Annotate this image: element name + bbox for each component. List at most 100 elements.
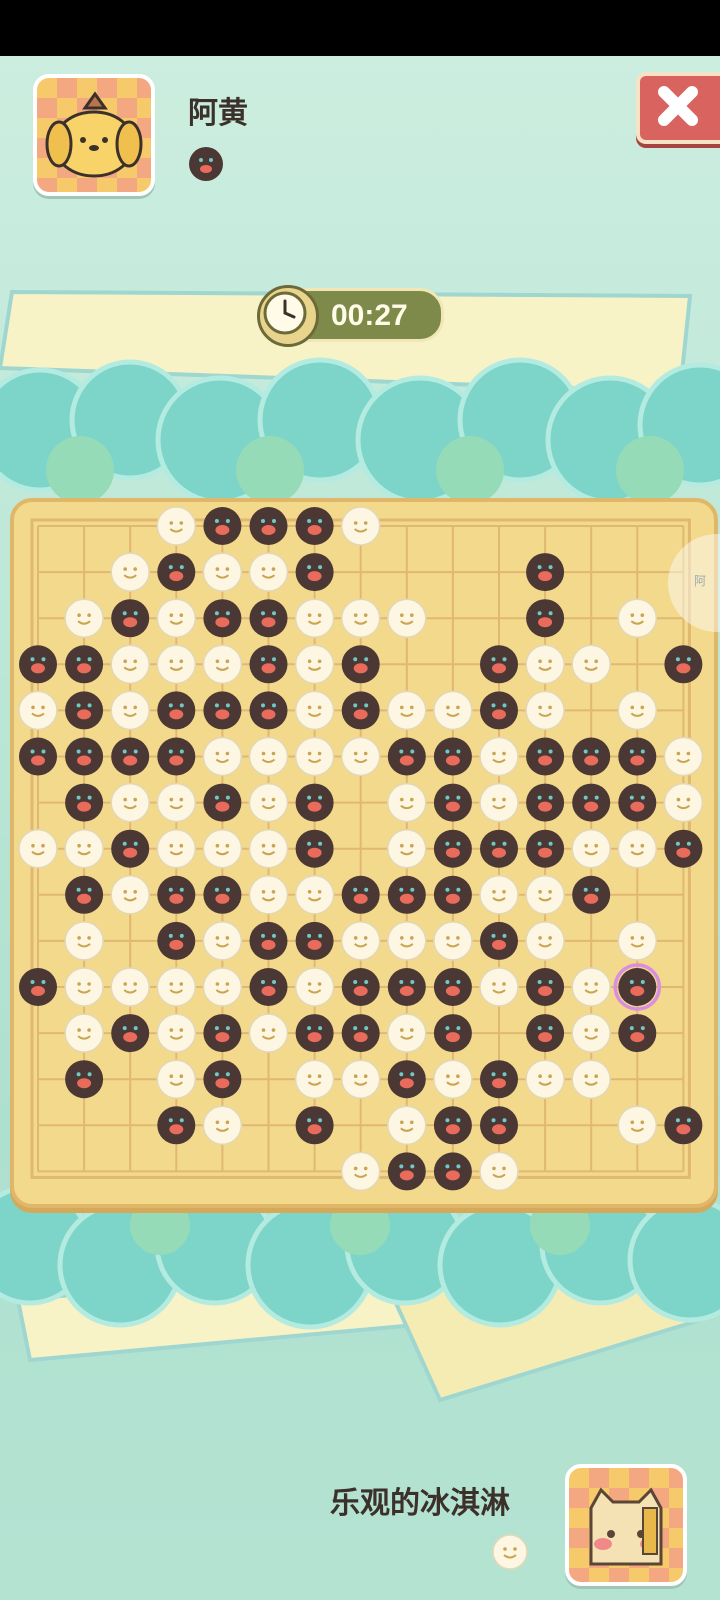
- black-stone: [341, 875, 380, 914]
- white-stone: [387, 828, 427, 869]
- black-stone: [111, 829, 150, 868]
- black-stone: [157, 553, 196, 592]
- white-stone: [294, 1059, 335, 1099]
- black-stone: [387, 1060, 426, 1099]
- white-stone: [110, 690, 150, 731]
- white-stone: [110, 967, 150, 1007]
- white-stone: [571, 967, 611, 1007]
- white-stone: [110, 552, 150, 592]
- black-stone: [433, 968, 472, 1006]
- black-stone: [157, 875, 196, 914]
- black-stone: [203, 1014, 242, 1053]
- white-stone: [387, 598, 427, 638]
- white-stone: [110, 782, 150, 823]
- white-stone: [663, 782, 704, 823]
- black-stone: [480, 1106, 518, 1145]
- black-stone: [65, 691, 104, 730]
- black-stone: [157, 1106, 196, 1145]
- white-stone: [248, 552, 289, 592]
- white-stone: [110, 875, 150, 915]
- black-stone: [203, 1060, 242, 1099]
- close-button[interactable]: [636, 72, 720, 144]
- white-stone: [479, 1151, 519, 1192]
- black-stone: [203, 507, 242, 545]
- white-stone: [18, 828, 58, 869]
- white-stone: [479, 736, 519, 777]
- side-tab-label: 阿: [694, 574, 707, 588]
- white-stone: [248, 1013, 289, 1053]
- black-stone: [341, 1014, 380, 1053]
- black-stone: [295, 1106, 334, 1145]
- gomoku-board[interactable]: [10, 498, 718, 1208]
- timer-text: 00:27: [331, 299, 408, 332]
- turn-timer: 00:27: [257, 285, 444, 347]
- black-stone: [295, 1014, 334, 1053]
- black-stone: [65, 737, 104, 776]
- black-stone: [526, 783, 565, 822]
- black-stone: [526, 968, 565, 1006]
- white-stone: [202, 1105, 243, 1146]
- black-stone: [157, 691, 196, 730]
- black-stone: [664, 645, 703, 684]
- black-stone: [65, 783, 104, 822]
- black-stone: [480, 691, 518, 730]
- black-stone: [387, 737, 426, 776]
- white-stone: [202, 921, 243, 961]
- white-stone: [340, 598, 381, 638]
- white-stone: [479, 782, 519, 823]
- player-avatar[interactable]: [565, 1464, 687, 1586]
- black-stone: [433, 737, 472, 776]
- black-stone: [157, 737, 196, 776]
- black-stone: [433, 875, 472, 914]
- white-stone: [248, 875, 289, 915]
- white-stone: [617, 828, 658, 869]
- white-stone: [294, 690, 335, 731]
- white-stone: [110, 644, 150, 685]
- white-stone: [340, 921, 381, 961]
- white-stone: [156, 782, 197, 823]
- white-stone: [294, 875, 335, 915]
- white-stone: [525, 1059, 565, 1099]
- black-stone: [572, 783, 611, 822]
- black-stone: [664, 829, 703, 868]
- white-stone: [156, 1059, 197, 1099]
- white-stone: [479, 875, 519, 915]
- black-stone: [295, 507, 334, 545]
- black-stone: [295, 553, 334, 592]
- white-stone: [248, 782, 289, 823]
- white-stone: [433, 921, 473, 961]
- white-stone: [248, 736, 289, 777]
- black-stone: [249, 599, 288, 638]
- black-stone: [572, 737, 611, 776]
- white-stone: [525, 690, 565, 731]
- white-stone: [340, 736, 381, 777]
- white-stone: [525, 644, 565, 685]
- black-stone: [65, 875, 104, 914]
- black-stone: [480, 645, 518, 684]
- player-stone-indicator: [492, 1534, 528, 1570]
- white-stone: [617, 921, 658, 961]
- white-stone: [433, 1059, 473, 1099]
- black-stone: [19, 645, 57, 684]
- white-stone: [571, 828, 611, 869]
- black-stone: [295, 829, 334, 868]
- white-stone: [202, 644, 243, 685]
- black-stone: [433, 783, 472, 822]
- white-stone: [294, 736, 335, 777]
- white-stone: [617, 690, 658, 731]
- black-stone: [249, 968, 288, 1006]
- white-stone: [571, 1059, 611, 1099]
- opponent-avatar[interactable]: [33, 74, 155, 196]
- black-stone: [526, 737, 565, 776]
- black-stone: [203, 691, 242, 730]
- black-stone: [19, 968, 57, 1006]
- black-stone: [572, 875, 611, 914]
- white-stone: [294, 644, 335, 685]
- dog-avatar-icon: [45, 91, 143, 178]
- white-stone: [202, 736, 243, 777]
- board-grid[interactable]: [14, 502, 714, 1204]
- white-stone: [525, 921, 565, 961]
- white-stone: [617, 598, 658, 638]
- white-stone: [387, 921, 427, 961]
- black-stone: [664, 1106, 703, 1145]
